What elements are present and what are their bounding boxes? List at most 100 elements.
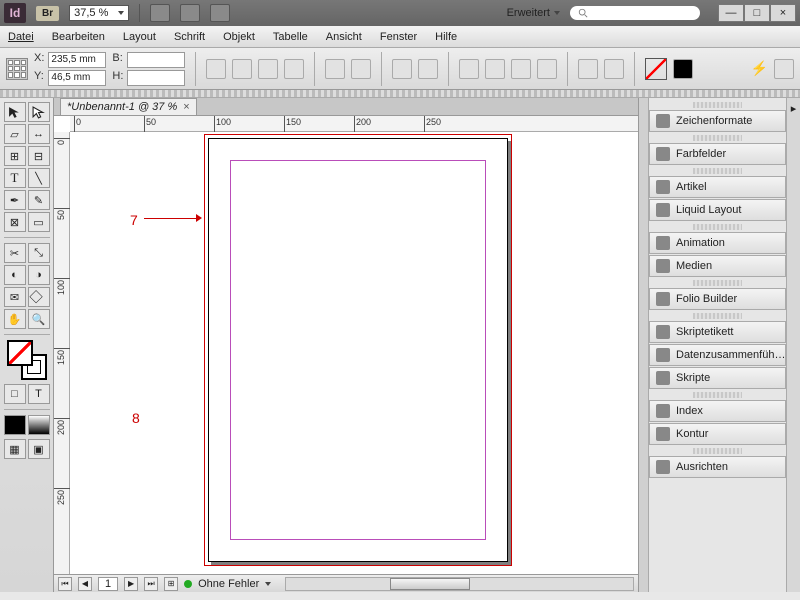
zoom-dropdown[interactable]: 37,5 % — [69, 5, 129, 21]
panel-skriptetikett[interactable]: Skriptetikett — [649, 321, 786, 343]
corner-icon[interactable] — [537, 59, 557, 79]
menu-bearbeiten[interactable]: Bearbeiten — [52, 31, 105, 43]
panel-grip[interactable] — [693, 102, 742, 108]
line-tool[interactable]: ╲ — [28, 168, 50, 188]
panel-datenzusammenf-h-[interactable]: Datenzusammenfüh… — [649, 344, 786, 366]
hand-tool[interactable]: ✋ — [4, 309, 26, 329]
content-placer-tool[interactable]: ⊟ — [28, 146, 50, 166]
next-page-button[interactable]: ▶ — [124, 577, 138, 591]
menu-tabelle[interactable]: Tabelle — [273, 31, 308, 43]
panel-skripte[interactable]: Skripte — [649, 367, 786, 389]
gap-tool[interactable]: ↔ — [28, 124, 50, 144]
panel-farbfelder[interactable]: Farbfelder — [649, 143, 786, 165]
preflight-status-text[interactable]: Ohne Fehler — [198, 578, 259, 590]
panel-index[interactable]: Index — [649, 400, 786, 422]
apply-color-icon[interactable] — [4, 415, 26, 435]
reference-point-selector[interactable] — [6, 58, 28, 80]
panel-grip[interactable] — [693, 313, 742, 319]
zoom-tool[interactable]: 🔍 — [28, 309, 50, 329]
eyedropper-tool[interactable]: ⃟ — [28, 287, 50, 307]
flip-h-icon[interactable] — [325, 59, 345, 79]
panel-artikel[interactable]: Artikel — [649, 176, 786, 198]
fill-color-icon[interactable] — [7, 340, 33, 366]
canvas[interactable]: 7 8 — [70, 132, 638, 574]
rotate-icon[interactable] — [258, 59, 278, 79]
panel-kontur[interactable]: Kontur — [649, 423, 786, 445]
effects-icon[interactable] — [485, 59, 505, 79]
gradient-swatch-tool[interactable]: ◐ — [4, 265, 26, 285]
panel-liquid-layout[interactable]: Liquid Layout — [649, 199, 786, 221]
y-field[interactable] — [48, 70, 106, 86]
w-field[interactable] — [127, 52, 185, 68]
text-wrap-icon[interactable] — [511, 59, 531, 79]
vertical-ruler[interactable]: 0 50 100 150 200 250 — [54, 132, 70, 574]
menu-ansicht[interactable]: Ansicht — [326, 31, 362, 43]
close-tab-icon[interactable]: × — [183, 101, 189, 113]
first-page-button[interactable]: ⏮ — [58, 577, 72, 591]
direct-selection-tool[interactable] — [28, 102, 50, 122]
free-transform-tool[interactable]: ⤡ — [28, 243, 50, 263]
type-tool[interactable]: T — [4, 168, 26, 188]
content-select-icon[interactable] — [418, 59, 438, 79]
menu-fenster[interactable]: Fenster — [380, 31, 417, 43]
selection-tool[interactable] — [4, 102, 26, 122]
last-page-button[interactable]: ⏭ — [144, 577, 158, 591]
fitting-icon[interactable] — [459, 59, 479, 79]
horizontal-scrollbar[interactable] — [285, 577, 634, 591]
arrange-docs-button[interactable] — [210, 4, 230, 22]
page-number-field[interactable]: 1 — [98, 577, 118, 591]
panel-grip[interactable] — [693, 448, 742, 454]
fill-swatch[interactable] — [645, 58, 667, 80]
workspace-switcher[interactable]: Erweitert — [507, 7, 560, 19]
scale-x-icon[interactable] — [206, 59, 226, 79]
horizontal-ruler[interactable]: 0 50 100 150 200 250 — [70, 116, 638, 132]
formatting-text-icon[interactable]: T — [28, 384, 50, 404]
dock-grip[interactable] — [0, 90, 800, 98]
pen-tool[interactable]: ✒ — [4, 190, 26, 210]
maximize-button[interactable]: □ — [744, 4, 770, 22]
note-tool[interactable]: ✉ — [4, 287, 26, 307]
distribute-icon[interactable] — [604, 59, 624, 79]
scissors-tool[interactable]: ✂ — [4, 243, 26, 263]
quick-apply-icon[interactable]: ⚡ — [751, 60, 768, 77]
content-collector-tool[interactable]: ⊞ — [4, 146, 26, 166]
rectangle-frame-tool[interactable]: ⊠ — [4, 212, 26, 232]
menu-objekt[interactable]: Objekt — [223, 31, 255, 43]
panel-zeichenformate[interactable]: Zeichenformate — [649, 110, 786, 132]
x-field[interactable] — [48, 52, 106, 68]
scroll-thumb[interactable] — [390, 578, 470, 590]
bridge-button[interactable]: Br — [36, 6, 59, 21]
panel-folio-builder[interactable]: Folio Builder — [649, 288, 786, 310]
panel-grip[interactable] — [693, 280, 742, 286]
container-select-icon[interactable] — [392, 59, 412, 79]
panel-grip[interactable] — [693, 224, 742, 230]
panel-grip[interactable] — [693, 392, 742, 398]
screen-mode-button[interactable] — [180, 4, 200, 22]
panel-grip[interactable] — [693, 168, 742, 174]
menu-layout[interactable]: Layout — [123, 31, 156, 43]
rectangle-tool[interactable]: ▭ — [28, 212, 50, 232]
formatting-container-icon[interactable]: □ — [4, 384, 26, 404]
panel-animation[interactable]: Animation — [649, 232, 786, 254]
scale-y-icon[interactable] — [232, 59, 252, 79]
panel-ausrichten[interactable]: Ausrichten — [649, 456, 786, 478]
panel-medien[interactable]: Medien — [649, 255, 786, 277]
gradient-feather-tool[interactable]: ◑ — [28, 265, 50, 285]
apply-gradient-icon[interactable] — [28, 415, 50, 435]
screen-mode-icon[interactable]: ▣ — [28, 439, 50, 459]
document-tab[interactable]: *Unbenannt-1 @ 37 % × — [60, 98, 197, 115]
dock-strip[interactable] — [639, 98, 649, 592]
close-button[interactable]: × — [770, 4, 796, 22]
minimize-button[interactable]: — — [718, 4, 744, 22]
pencil-tool[interactable]: ✎ — [28, 190, 50, 210]
page-tool[interactable]: ▱ — [4, 124, 26, 144]
align-icon[interactable] — [578, 59, 598, 79]
panel-grip[interactable] — [693, 135, 742, 141]
open-spread-button[interactable]: ⊞ — [164, 577, 178, 591]
search-input[interactable] — [570, 6, 700, 20]
menu-hilfe[interactable]: Hilfe — [435, 31, 457, 43]
prev-page-button[interactable]: ◀ — [78, 577, 92, 591]
fill-stroke-swatches[interactable] — [7, 340, 47, 380]
panel-menu-icon[interactable] — [774, 59, 794, 79]
collapse-dock-button[interactable]: ▸ — [786, 98, 800, 592]
